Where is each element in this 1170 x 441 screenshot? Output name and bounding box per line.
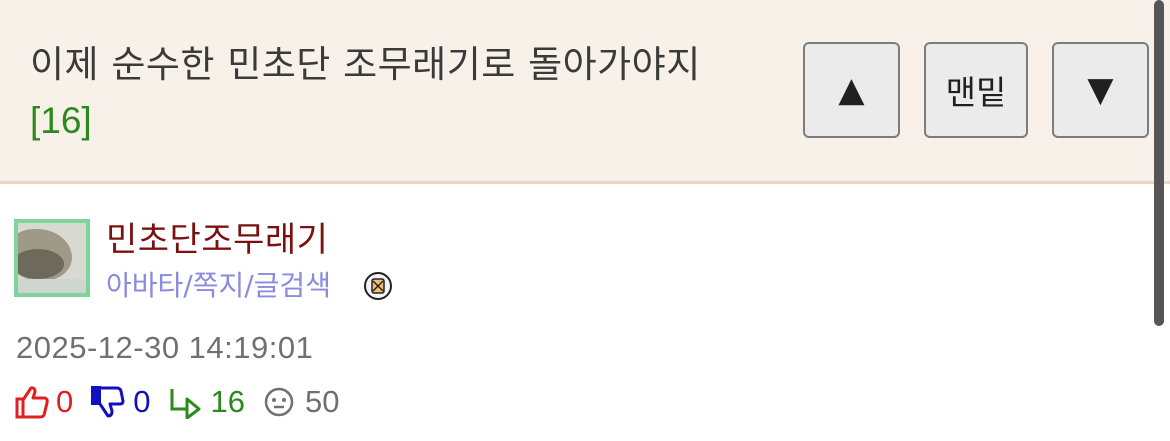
next-post-button[interactable]: ▼ [1052, 42, 1149, 138]
post-stats: 0 0 16 50 [14, 382, 339, 422]
post-header: 이제 순수한 민초단 조무래기로 돌아가야지 [16] ▲ 맨밑 ▼ [0, 0, 1170, 184]
go-bottom-button[interactable]: 맨밑 [924, 42, 1028, 138]
reply-stat-count: 16 [210, 384, 245, 419]
scrollbar[interactable] [1154, 0, 1164, 326]
post-title: 이제 순수한 민초단 조무래기로 돌아가야지 [30, 43, 701, 86]
author-name[interactable]: 민초단조무래기 [106, 212, 328, 261]
down-arrow-icon: ▼ [1087, 70, 1114, 110]
dislike-count: 0 [133, 384, 151, 419]
post-timestamp: 2025-12-30 14:19:01 [16, 330, 314, 365]
author-links[interactable]: 아바타/쪽지/글검색 [106, 264, 331, 304]
view-face-icon [264, 387, 294, 417]
member-badge-icon [364, 272, 392, 300]
like-count: 0 [56, 384, 74, 419]
prev-post-button[interactable]: ▲ [803, 42, 900, 138]
up-arrow-icon: ▲ [838, 70, 865, 110]
avatar[interactable] [14, 219, 90, 297]
thumbs-down-icon[interactable] [89, 385, 125, 419]
view-count: 50 [304, 384, 340, 419]
avatar-image-floor [18, 279, 86, 293]
thumbs-up-icon[interactable] [14, 385, 50, 419]
reply-arrow-icon [170, 389, 200, 419]
avatar-image-shadow [18, 249, 64, 279]
reply-count[interactable]: [16] [30, 100, 92, 142]
go-bottom-label: 맨밑 [945, 73, 1007, 112]
